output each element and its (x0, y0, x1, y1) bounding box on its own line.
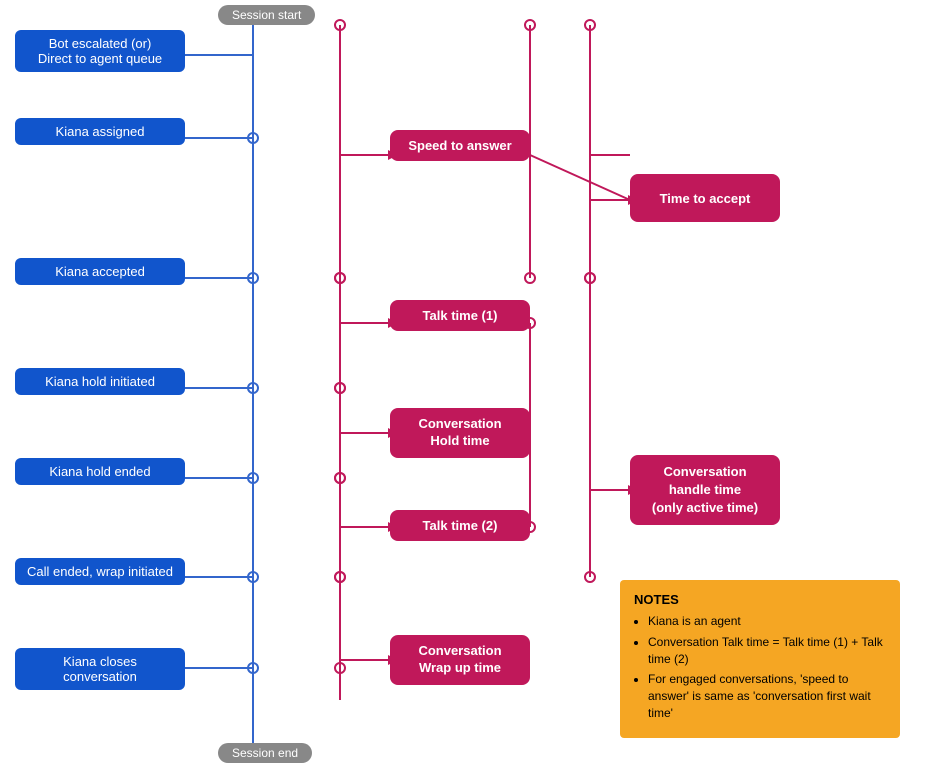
notes-box: NOTES Kiana is an agent Conversation Tal… (620, 580, 900, 738)
event-box-kiana-hold-initiated: Kiana hold initiated (15, 368, 185, 395)
event-box-kiana-accepted: Kiana accepted (15, 258, 185, 285)
event-box-call-ended: Call ended, wrap initiated (15, 558, 185, 585)
notes-list: Kiana is an agent Conversation Talk time… (634, 613, 886, 722)
notes-title: NOTES (634, 592, 886, 607)
metric-box-speed-to-answer: Speed to answer (390, 130, 530, 161)
metric-box-talk-time-1: Talk time (1) (390, 300, 530, 331)
session-start-label: Session start (218, 5, 315, 25)
event-box-bot-escalated: Bot escalated (or) Direct to agent queue (15, 30, 185, 72)
event-box-kiana-closes: Kiana closes conversation (15, 648, 185, 690)
aggregate-box-time-to-accept: Time to accept (630, 174, 780, 222)
metric-box-talk-time-2: Talk time (2) (390, 510, 530, 541)
aggregate-box-conv-handle-time: Conversation handle time (only active ti… (630, 455, 780, 525)
event-box-kiana-hold-ended: Kiana hold ended (15, 458, 185, 485)
notes-item-2: Conversation Talk time = Talk time (1) +… (648, 634, 886, 668)
event-box-kiana-assigned: Kiana assigned (15, 118, 185, 145)
diagram-container: Session start Session end Bot escalated … (0, 0, 929, 777)
notes-item-3: For engaged conversations, 'speed to ans… (648, 671, 886, 721)
session-end-label: Session end (218, 743, 312, 763)
notes-item-1: Kiana is an agent (648, 613, 886, 630)
metric-box-conv-hold-time: Conversation Hold time (390, 408, 530, 458)
metric-box-conv-wrap-up: Conversation Wrap up time (390, 635, 530, 685)
